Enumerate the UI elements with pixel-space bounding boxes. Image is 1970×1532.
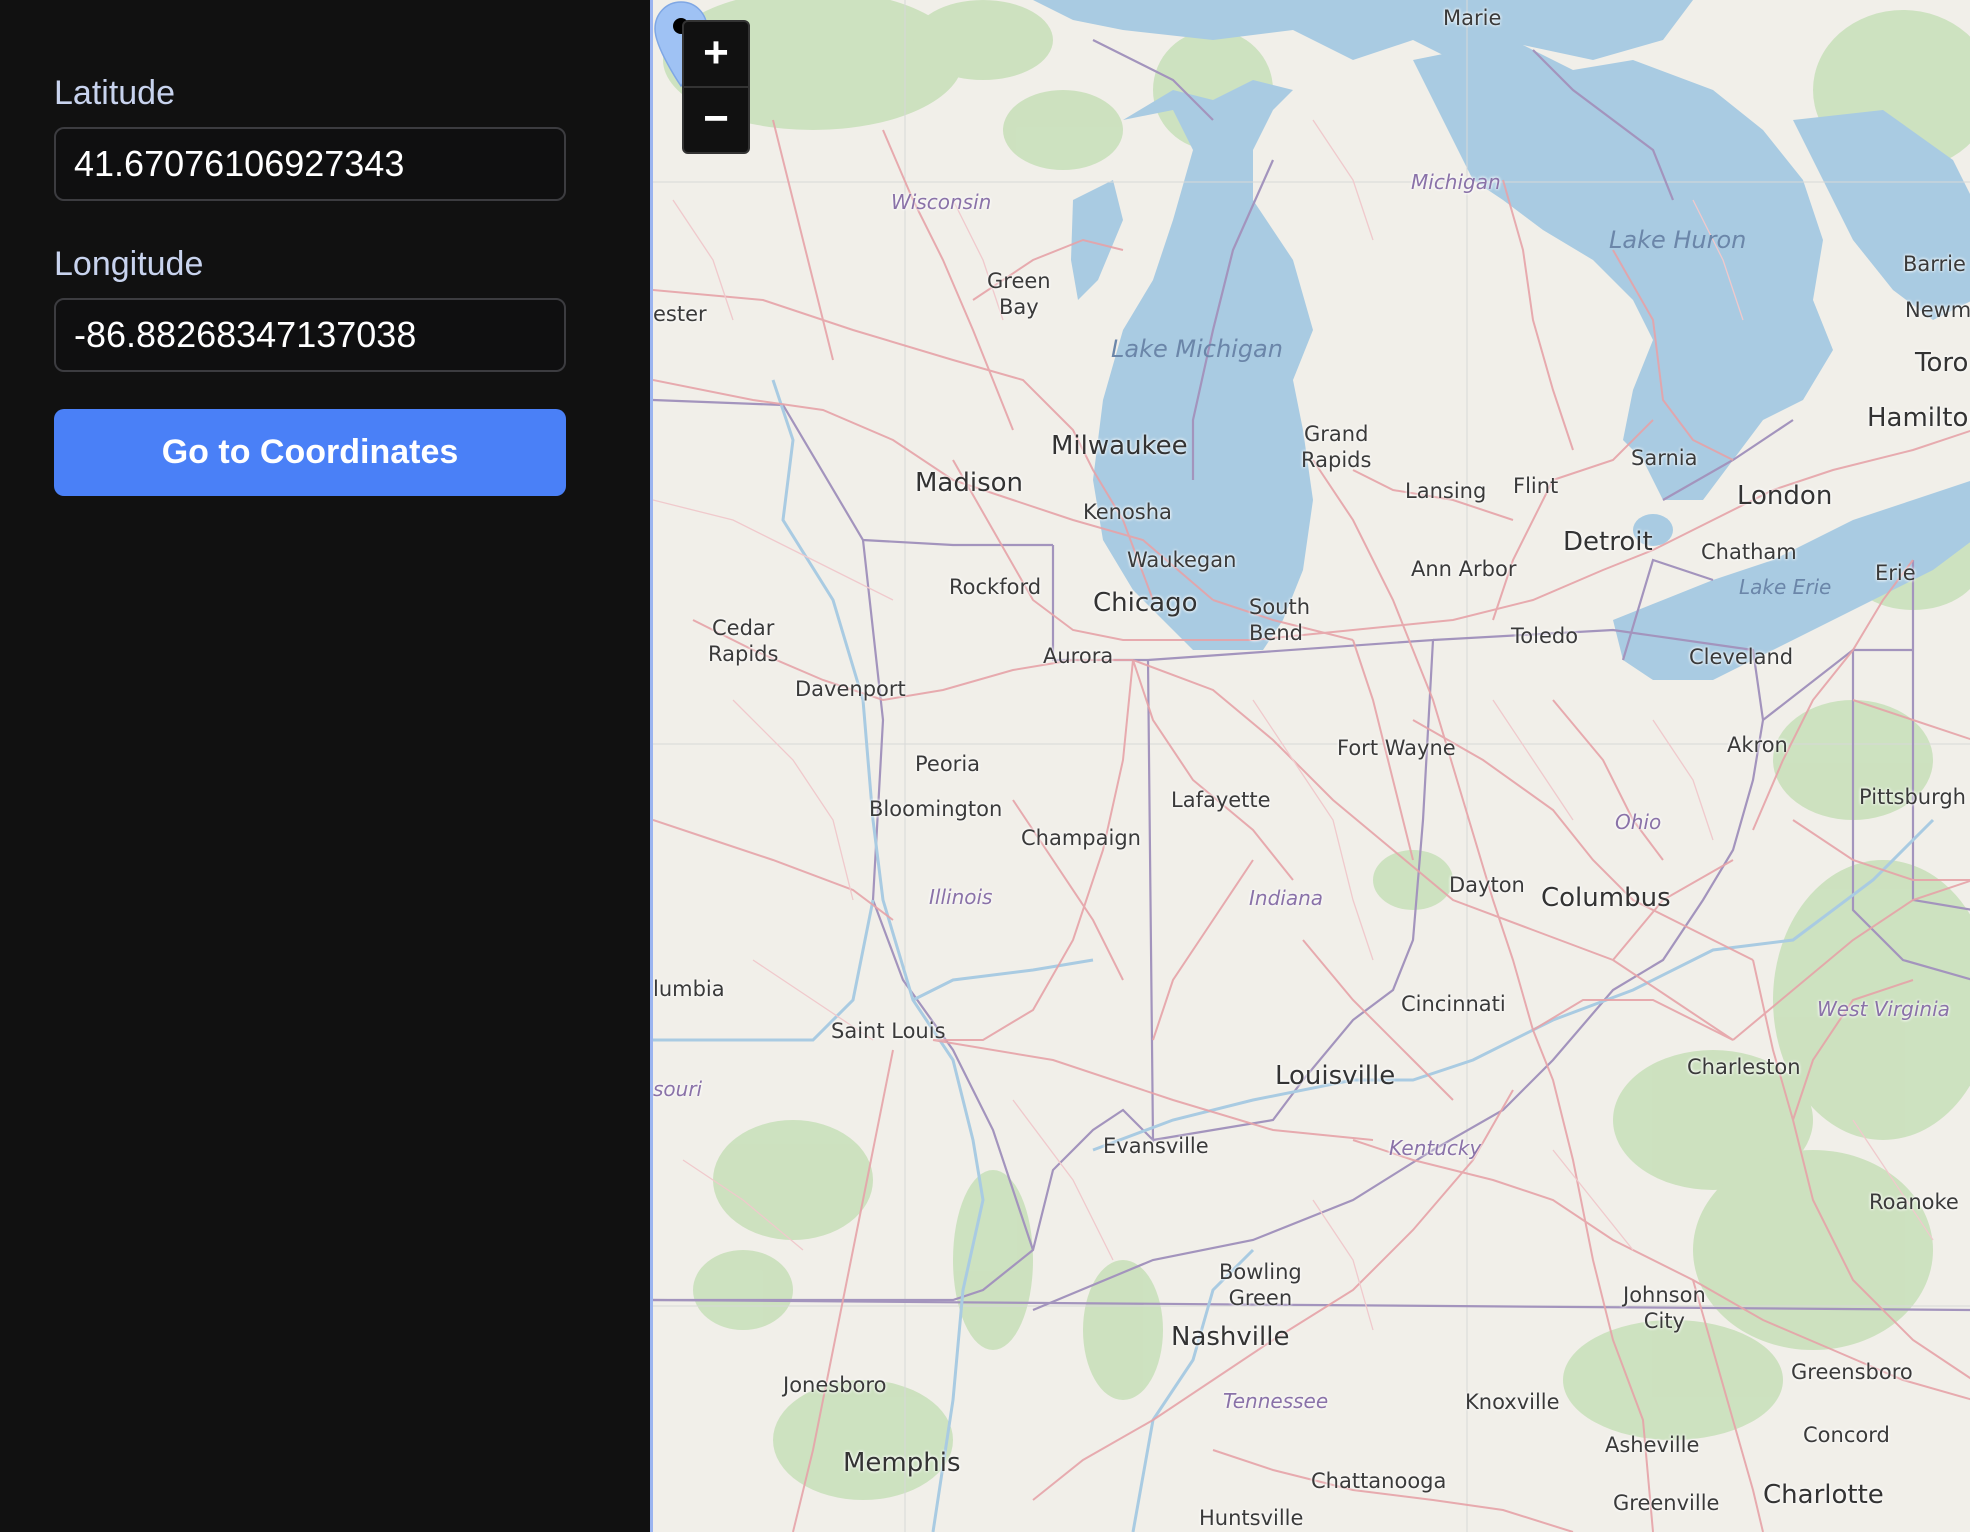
map-label-charlotte: Charlotte: [1763, 1480, 1884, 1510]
map-label-lafayette: Lafayette: [1171, 788, 1271, 812]
map-label-ann-arbor: Ann Arbor: [1411, 557, 1517, 581]
map-label-evansville: Evansville: [1103, 1134, 1209, 1158]
longitude-input[interactable]: [54, 298, 566, 372]
map-label-toronto: Toro: [1915, 348, 1969, 378]
map-label-huntsville: Huntsville: [1199, 1506, 1304, 1530]
map-label-greenville: Greenville: [1613, 1491, 1720, 1515]
map-label-kenosha: Kenosha: [1083, 500, 1172, 524]
map-label-hamilton: Hamilton: [1867, 403, 1970, 433]
map-label-erie: Erie: [1875, 561, 1916, 585]
map-label-rochester: ester: [653, 302, 707, 326]
map-label-chattanooga: Chattanooga: [1311, 1469, 1447, 1493]
map-label-bowling-green: Bowling Green: [1219, 1260, 1302, 1310]
map-label-roanoke: Roanoke: [1869, 1190, 1959, 1214]
map-tiles: [653, 0, 1970, 1532]
map-label-waukegan: Waukegan: [1127, 548, 1237, 572]
map-label-west-virginia: West Virginia: [1817, 997, 1950, 1021]
map-label-newmarket: Newm: [1905, 298, 1970, 322]
map-label-aurora: Aurora: [1043, 644, 1114, 668]
map-label-greensboro: Greensboro: [1791, 1360, 1913, 1384]
map-label-bloomington: Bloomington: [869, 797, 1003, 821]
map-label-lansing: Lansing: [1405, 479, 1487, 503]
map-label-milwaukee: Milwaukee: [1051, 431, 1188, 461]
map-label-toledo: Toledo: [1511, 624, 1579, 648]
map-label-barrie: Barrie: [1903, 252, 1966, 276]
map-label-kentucky: Kentucky: [1389, 1136, 1482, 1160]
map-label-ohio: Ohio: [1615, 810, 1662, 834]
map-label-louisville: Louisville: [1275, 1061, 1396, 1091]
map-label-knoxville: Knoxville: [1465, 1390, 1560, 1414]
map-label-london: London: [1737, 481, 1833, 511]
zoom-in-button[interactable]: +: [684, 22, 748, 88]
longitude-label: Longitude: [54, 245, 204, 283]
map-label-lake-huron: Lake Huron: [1609, 226, 1747, 254]
map-label-michigan: Michigan: [1411, 170, 1501, 194]
map-label-davenport: Davenport: [795, 677, 906, 701]
map-label-illinois: Illinois: [929, 885, 993, 909]
map-label-asheville: Asheville: [1605, 1433, 1700, 1457]
map-label-akron: Akron: [1727, 733, 1788, 757]
map-label-pittsburgh: Pittsburgh: [1859, 785, 1966, 809]
map-label-cleveland: Cleveland: [1689, 645, 1794, 669]
zoom-control: + −: [682, 20, 750, 154]
map-label-charleston: Charleston: [1687, 1055, 1801, 1079]
map-label-lake-michigan: Lake Michigan: [1111, 335, 1283, 363]
map-label-cedar-rapids: Cedar Rapids: [708, 616, 779, 666]
map-label-flint: Flint: [1513, 474, 1559, 498]
map-label-champaign: Champaign: [1021, 826, 1141, 850]
coordinates-panel: Latitude Longitude Go to Coordinates: [0, 0, 650, 1532]
map-label-columbus: Columbus: [1541, 883, 1671, 913]
map-label-concord: Concord: [1803, 1423, 1890, 1447]
map-label-jonesboro: Jonesboro: [783, 1373, 887, 1397]
map-label-cincinnati: Cincinnati: [1401, 992, 1506, 1016]
map-label-lake-erie: Lake Erie: [1739, 575, 1832, 599]
zoom-out-button[interactable]: −: [684, 88, 748, 152]
map-label-grand-rapids: Grand Rapids: [1301, 422, 1372, 472]
map-label-saint-louis: Saint Louis: [831, 1019, 946, 1043]
map-label-tennessee: Tennessee: [1223, 1389, 1329, 1413]
latitude-label: Latitude: [54, 74, 175, 112]
latitude-input[interactable]: [54, 127, 566, 201]
go-to-coordinates-button[interactable]: Go to Coordinates: [54, 409, 566, 496]
map-label-madison: Madison: [915, 468, 1024, 498]
map-label-nashville: Nashville: [1171, 1322, 1290, 1352]
map-label-dayton: Dayton: [1449, 873, 1525, 897]
map-label-chatham: Chatham: [1701, 540, 1797, 564]
map-label-sault-marie: Marie: [1443, 6, 1502, 30]
map-label-johnson-city: Johnson City: [1623, 1283, 1706, 1333]
map-label-detroit: Detroit: [1563, 527, 1653, 557]
map-label-rockford: Rockford: [949, 575, 1042, 599]
map-label-wisconsin: Wisconsin: [891, 190, 992, 214]
map-label-indiana: Indiana: [1249, 886, 1324, 910]
map-label-chicago: Chicago: [1093, 588, 1198, 618]
map-label-missouri: souri: [653, 1077, 703, 1101]
map-label-memphis: Memphis: [843, 1448, 961, 1478]
map-label-columbia: lumbia: [653, 977, 725, 1001]
map-label-sarnia: Sarnia: [1631, 446, 1698, 470]
map-view[interactable]: Marie Wisconsin Michigan Lake Huron Barr…: [650, 0, 1970, 1532]
map-label-fort-wayne: Fort Wayne: [1337, 736, 1456, 760]
map-label-peoria: Peoria: [915, 752, 981, 776]
map-label-south-bend: South Bend: [1249, 595, 1311, 645]
map-label-green-bay: Green Bay: [987, 269, 1051, 319]
